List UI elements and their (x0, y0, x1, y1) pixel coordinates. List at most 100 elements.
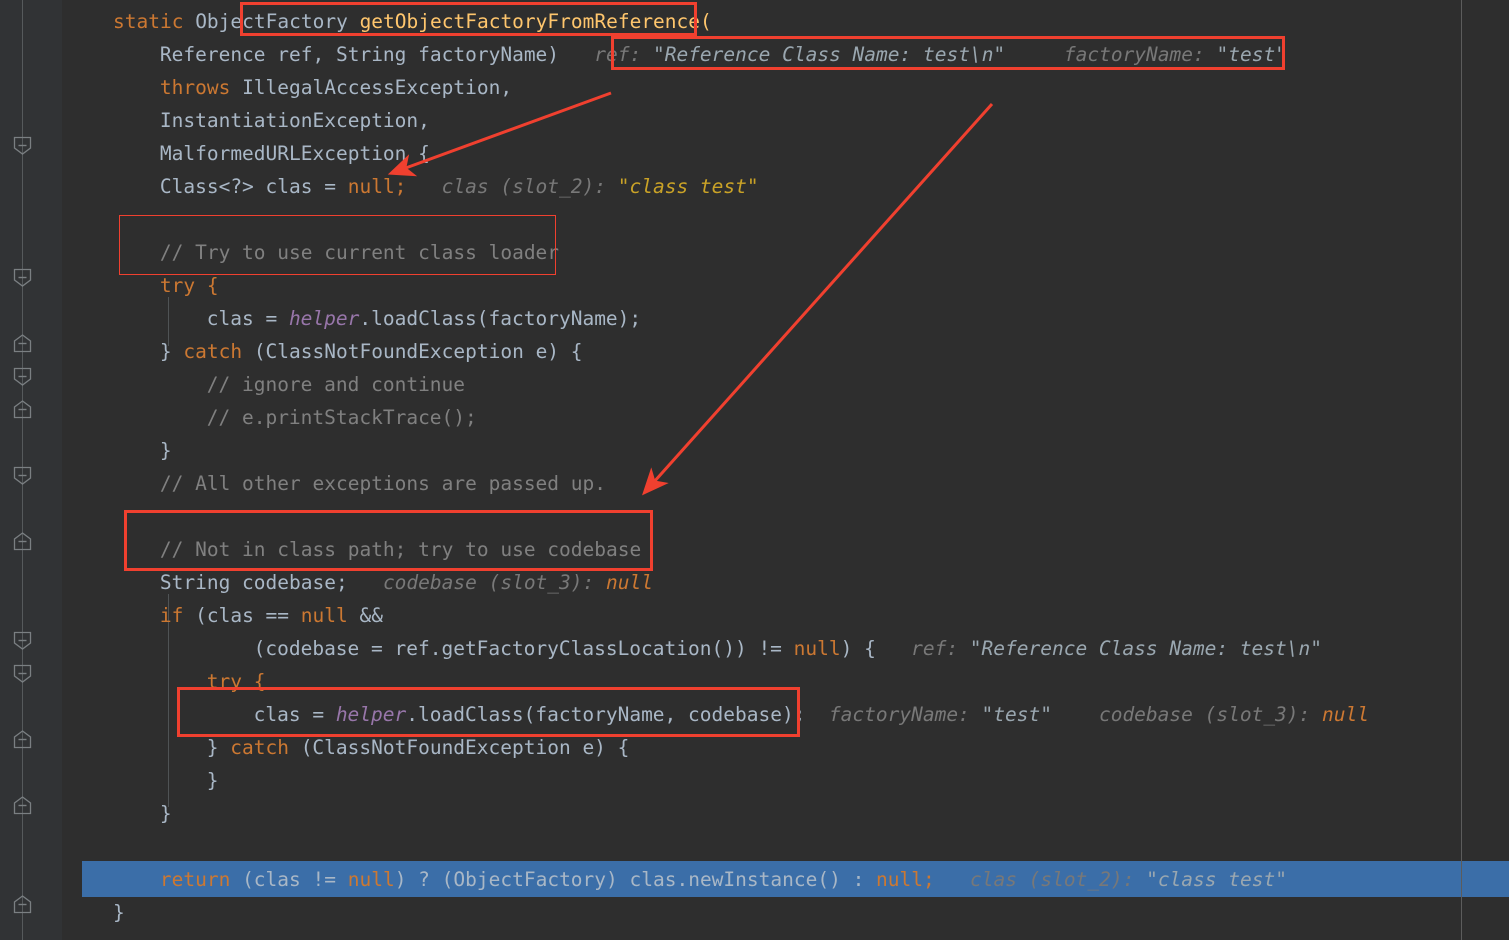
code-token: (ClassNotFoundException e) { (253, 340, 583, 363)
code-token: null (300, 604, 360, 627)
code-token: "test" (981, 703, 1052, 726)
code-token: (ClassNotFoundException e) { (300, 736, 630, 759)
code-token: && (359, 604, 383, 627)
code-token: } (206, 769, 219, 792)
code-line[interactable]: } (113, 896, 125, 929)
code-token: "class test" (1146, 868, 1287, 891)
code-token: static (113, 10, 196, 33)
code-token: ) { (840, 637, 876, 660)
code-token: "Reference Class Name: test\n" (652, 43, 1006, 66)
code-token: clas = (206, 307, 289, 330)
code-line[interactable]: throws IllegalAccessException, (160, 71, 512, 104)
code-line[interactable]: } (207, 764, 219, 797)
code-line[interactable]: // e.printStackTrace(); (207, 401, 477, 434)
code-line[interactable]: Reference ref, String factoryName) ref: … (160, 38, 1287, 71)
ide-editor-screenshot: static ObjectFactory getObjectFactoryFro… (0, 0, 1509, 940)
fold-collapse-icon[interactable] (13, 664, 32, 683)
code-line[interactable]: // Try to use current class loader (160, 236, 559, 269)
code-token: } (206, 736, 231, 759)
code-line[interactable]: } (160, 434, 172, 467)
code-token: "Reference Class Name: test\n" (969, 637, 1322, 660)
code-token: ref: (559, 43, 653, 66)
code-token: } (159, 439, 172, 462)
code-line[interactable]: try { (207, 665, 266, 698)
code-line[interactable]: clas = helper.loadClass(factoryName, cod… (254, 698, 1369, 731)
code-token: (clas != (242, 868, 348, 891)
fold-expand-icon[interactable] (13, 400, 32, 419)
code-line[interactable]: // ignore and continue (207, 368, 465, 401)
right-margin-guide (1461, 0, 1462, 940)
code-token: try { (206, 670, 266, 693)
fold-collapse-icon[interactable] (13, 136, 32, 155)
fold-expand-icon[interactable] (13, 334, 32, 353)
code-token: return (159, 868, 243, 891)
code-token: // Not in class path; try to use codebas… (159, 538, 642, 561)
code-line[interactable]: } catch (ClassNotFoundException e) { (207, 731, 630, 764)
code-token: null (347, 868, 395, 891)
code-token: InstantiationException, (159, 109, 430, 132)
code-line[interactable]: (codebase = ref.getFactoryClassLocation(… (254, 632, 1322, 665)
code-token: factoryName: (805, 703, 982, 726)
fold-expand-icon[interactable] (13, 730, 32, 749)
code-line[interactable]: Class<?> clas = null; clas (slot_2): "cl… (160, 170, 759, 203)
code-token: factoryName: (1005, 43, 1217, 66)
code-token: "class test" (617, 175, 759, 198)
code-token: try { (159, 274, 219, 297)
fold-expand-icon[interactable] (13, 895, 32, 914)
code-token: String codebase; (159, 571, 348, 594)
code-token: clas (slot_2): (406, 175, 618, 198)
code-token: "test" (1216, 43, 1287, 66)
code-line[interactable]: // All other exceptions are passed up. (160, 467, 606, 500)
fold-expand-icon[interactable] (13, 796, 32, 815)
code-token: if (159, 604, 196, 627)
code-line[interactable]: static ObjectFactory getObjectFactoryFro… (113, 5, 712, 38)
code-line[interactable]: try { (160, 269, 219, 302)
fold-expand-icon[interactable] (13, 532, 32, 551)
code-line[interactable]: // Not in class path; try to use codebas… (160, 533, 641, 566)
code-line[interactable]: clas = helper.loadClass(factoryName); (207, 302, 641, 335)
code-token: Class<?> clas = (159, 175, 348, 198)
fold-collapse-icon[interactable] (13, 367, 32, 386)
fold-collapse-icon[interactable] (13, 631, 32, 650)
code-token: catch (183, 340, 254, 363)
code-token: (codebase = ref.getFactoryClassLocation(… (253, 637, 794, 660)
code-token: // ignore and continue (206, 373, 466, 396)
code-token: // e.printStackTrace(); (206, 406, 477, 429)
code-token: } (113, 901, 125, 924)
code-token: getObjectFactoryFromReference( (359, 10, 712, 33)
code-token: catch (230, 736, 301, 759)
code-token: ObjectFactory (195, 10, 360, 33)
code-line[interactable]: } (160, 797, 172, 830)
code-token: MalformedURLException { (159, 142, 430, 165)
code-token: helper (335, 703, 407, 726)
code-token: clas = (253, 703, 336, 726)
code-token: // All other exceptions are passed up. (159, 472, 606, 495)
code-token: null; (876, 868, 935, 891)
code-token: // Try to use current class loader (159, 241, 560, 264)
editor-gutter[interactable] (0, 0, 62, 940)
code-token: throws (159, 76, 243, 99)
code-line[interactable]: String codebase; codebase (slot_3): null (160, 566, 653, 599)
code-token: ) ? (ObjectFactory) clas.newInstance() : (394, 868, 877, 891)
code-token: } (159, 340, 184, 363)
code-line[interactable]: MalformedURLException { (160, 137, 430, 170)
code-line[interactable]: if (clas == null && (160, 599, 383, 632)
code-line[interactable]: return (clas != null) ? (ObjectFactory) … (160, 863, 1287, 896)
fold-collapse-icon[interactable] (13, 268, 32, 287)
code-token: null (1322, 703, 1369, 726)
code-token: IllegalAccessException, (242, 76, 513, 99)
code-token: null (606, 571, 653, 594)
code-line[interactable]: } catch (ClassNotFoundException e) { (160, 335, 583, 368)
fold-collapse-icon[interactable] (13, 466, 32, 485)
code-token: .loadClass(factoryName, codebase); (406, 703, 806, 726)
code-token: null (793, 637, 841, 660)
code-token: .loadClass(factoryName); (359, 307, 642, 330)
code-token: codebase (slot_3): (1052, 703, 1323, 726)
code-line[interactable]: InstantiationException, (160, 104, 430, 137)
code-token: ref: (875, 637, 970, 660)
code-token: (clas == (195, 604, 301, 627)
code-token: Reference ref, String factoryName) (159, 43, 560, 66)
code-token: } (159, 802, 172, 825)
code-token: helper (288, 307, 360, 330)
code-token: codebase (slot_3): (347, 571, 606, 594)
